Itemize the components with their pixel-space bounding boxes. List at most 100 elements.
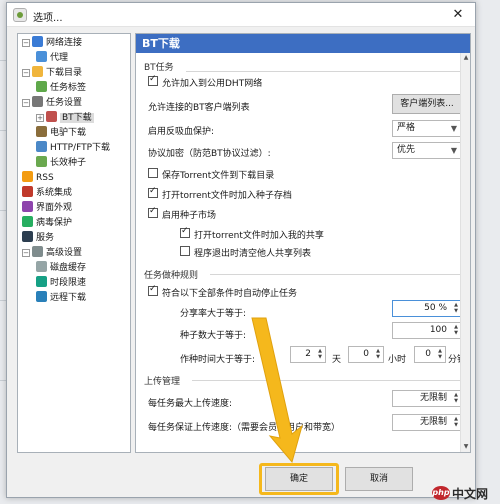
http-icon xyxy=(36,141,47,152)
tree-item[interactable]: 电驴下载 xyxy=(36,126,86,141)
options-dialog: 选项... ✕ − 网络连接 代理 − 下载目录 任务标签 − 任务设置 + BT下载 电驴下载 HT… xyxy=(6,2,476,498)
seeding-section-title: 任务做种规则 xyxy=(144,271,199,281)
expander-icon[interactable]: − xyxy=(22,249,30,257)
section-divider xyxy=(192,380,464,381)
tree-item[interactable]: − 网络连接 xyxy=(22,36,82,51)
clear-share-label: 程序退出时清空他人共享列表 xyxy=(194,249,312,259)
max-upload-input[interactable]: 无限制 ▲ ▼ xyxy=(392,390,462,407)
tree-item[interactable]: 时段限速 xyxy=(36,276,86,291)
time-label: 作种时间大于等于: xyxy=(180,355,256,365)
tree-item[interactable]: − 任务设置 xyxy=(22,96,82,111)
puzzle-icon xyxy=(22,186,33,197)
add-to-share-checkbox[interactable] xyxy=(180,226,190,238)
max-upload-label: 每任务最大上传速度: xyxy=(148,399,233,409)
tree-item[interactable]: − 下载目录 xyxy=(22,66,82,81)
section-divider xyxy=(186,71,464,72)
spin-arrows-icon[interactable]: ▲ ▼ xyxy=(452,392,460,405)
tree-item-label: 任务标签 xyxy=(50,83,87,93)
tree-item-label: BT下载 xyxy=(60,113,94,123)
tree-item[interactable]: 系统集成 xyxy=(22,186,72,201)
chevron-down-icon: ▼ xyxy=(450,146,457,155)
tree-item[interactable]: 服务 xyxy=(22,231,54,246)
tree-item[interactable]: 任务标签 xyxy=(36,81,86,96)
emule-icon xyxy=(36,126,47,137)
scroll-down-icon[interactable]: ▼ xyxy=(461,442,470,452)
client-list-button[interactable]: 客户端列表... xyxy=(392,94,462,114)
anti-leech-select[interactable]: 严格 ▼ xyxy=(392,120,462,137)
guarantee-upload-input[interactable]: 无限制 ▲ ▼ xyxy=(392,414,462,431)
tree-item-label: RSS xyxy=(36,173,54,183)
minutes-value: 0 xyxy=(425,349,431,359)
hours-value: 0 xyxy=(363,349,369,359)
max-upload-value: 无限制 xyxy=(419,393,447,403)
watermark-text: 中文网 xyxy=(452,487,489,501)
scroll-up-icon[interactable]: ▲ xyxy=(461,53,470,63)
tree-item[interactable]: − 高级设置 xyxy=(22,246,82,261)
tree-item-label: 代理 xyxy=(50,53,69,63)
expander-icon[interactable]: + xyxy=(36,114,44,122)
minutes-input[interactable]: 0 ▲ ▼ xyxy=(414,346,446,363)
tree-item-label: 长效种子 xyxy=(50,158,87,168)
add-seed-checkbox[interactable] xyxy=(148,186,158,198)
tree-item[interactable]: + BT下载 xyxy=(36,111,94,126)
tree-item[interactable]: RSS xyxy=(22,171,54,186)
tree-item-label: 高级设置 xyxy=(46,248,83,258)
tree-item-label: 服务 xyxy=(36,233,55,243)
palette-icon xyxy=(22,201,33,212)
encrypt-select[interactable]: 优先 ▼ xyxy=(392,142,462,159)
tree-item[interactable]: 长效种子 xyxy=(36,156,86,171)
php-logo: php xyxy=(432,486,450,500)
seeds-input[interactable]: 100 ▲ ▼ xyxy=(392,322,462,339)
dht-checkbox[interactable] xyxy=(148,74,158,86)
hours-input[interactable]: 0 ▲ ▼ xyxy=(348,346,384,363)
panel-scrollbar[interactable]: ▲ ▼ xyxy=(460,53,470,452)
hours-unit: 小时 xyxy=(388,355,407,365)
tree-item[interactable]: 远程下载 xyxy=(36,291,86,306)
spin-arrows-icon[interactable]: ▲ ▼ xyxy=(374,348,382,361)
spin-arrows-icon[interactable]: ▲ ▼ xyxy=(452,302,460,315)
shield-icon xyxy=(22,216,33,227)
clock-icon xyxy=(36,276,47,287)
chevron-down-icon: ▼ xyxy=(450,124,457,133)
auto-stop-checkbox[interactable] xyxy=(148,284,158,296)
tree-item-label: 时段限速 xyxy=(50,278,87,288)
gear-icon xyxy=(32,96,43,107)
expander-icon[interactable]: − xyxy=(22,39,30,47)
bt-icon xyxy=(46,111,57,122)
cancel-button[interactable]: 取消 xyxy=(345,467,413,491)
anti-leech-label: 启用反吸血保护: xyxy=(148,127,215,137)
dht-label: 允许加入到公用DHT网络 xyxy=(162,79,263,89)
remote-icon xyxy=(36,291,47,302)
bt-task-section-title: BT任务 xyxy=(144,63,174,73)
panel-header: BT下载 xyxy=(136,34,470,53)
tree-item-label: HTTP/FTP下载 xyxy=(50,143,111,153)
tree-item[interactable]: 病毒保护 xyxy=(22,216,72,231)
ok-button[interactable]: 确定 xyxy=(265,467,333,491)
app-icon xyxy=(13,8,27,22)
rss-icon xyxy=(22,171,33,182)
add-seed-label: 打开torrent文件时加入种子存档 xyxy=(162,191,292,201)
days-unit: 天 xyxy=(332,355,342,365)
guarantee-upload-value: 无限制 xyxy=(419,417,447,427)
expander-icon[interactable]: − xyxy=(22,69,30,77)
spin-arrows-icon[interactable]: ▲ ▼ xyxy=(436,348,444,361)
spin-arrows-icon[interactable]: ▲ ▼ xyxy=(316,348,324,361)
title-bar[interactable]: 选项... ✕ xyxy=(7,3,475,27)
spin-arrows-icon[interactable]: ▲ ▼ xyxy=(452,416,460,429)
save-torrent-checkbox[interactable] xyxy=(148,168,158,178)
tree-item[interactable]: 代理 xyxy=(36,51,68,66)
tree-item-label: 任务设置 xyxy=(46,98,83,108)
tree-item[interactable]: HTTP/FTP下载 xyxy=(36,141,110,156)
tree-item[interactable]: 磁盘缓存 xyxy=(36,261,86,276)
tree-item[interactable]: 界面外观 xyxy=(22,201,72,216)
seed-market-checkbox[interactable] xyxy=(148,206,158,218)
seeds-label: 种子数大于等于: xyxy=(180,331,247,341)
days-input[interactable]: 2 ▲ ▼ xyxy=(290,346,326,363)
expander-icon[interactable]: − xyxy=(22,99,30,107)
spin-arrows-icon[interactable]: ▲ ▼ xyxy=(452,324,460,337)
close-button[interactable]: ✕ xyxy=(441,3,475,26)
tree-item-label: 电驴下载 xyxy=(50,128,87,138)
ratio-input[interactable]: 50 % ▲ ▼ xyxy=(392,300,462,317)
clear-share-checkbox[interactable] xyxy=(180,246,190,256)
advanced-icon xyxy=(32,246,43,257)
